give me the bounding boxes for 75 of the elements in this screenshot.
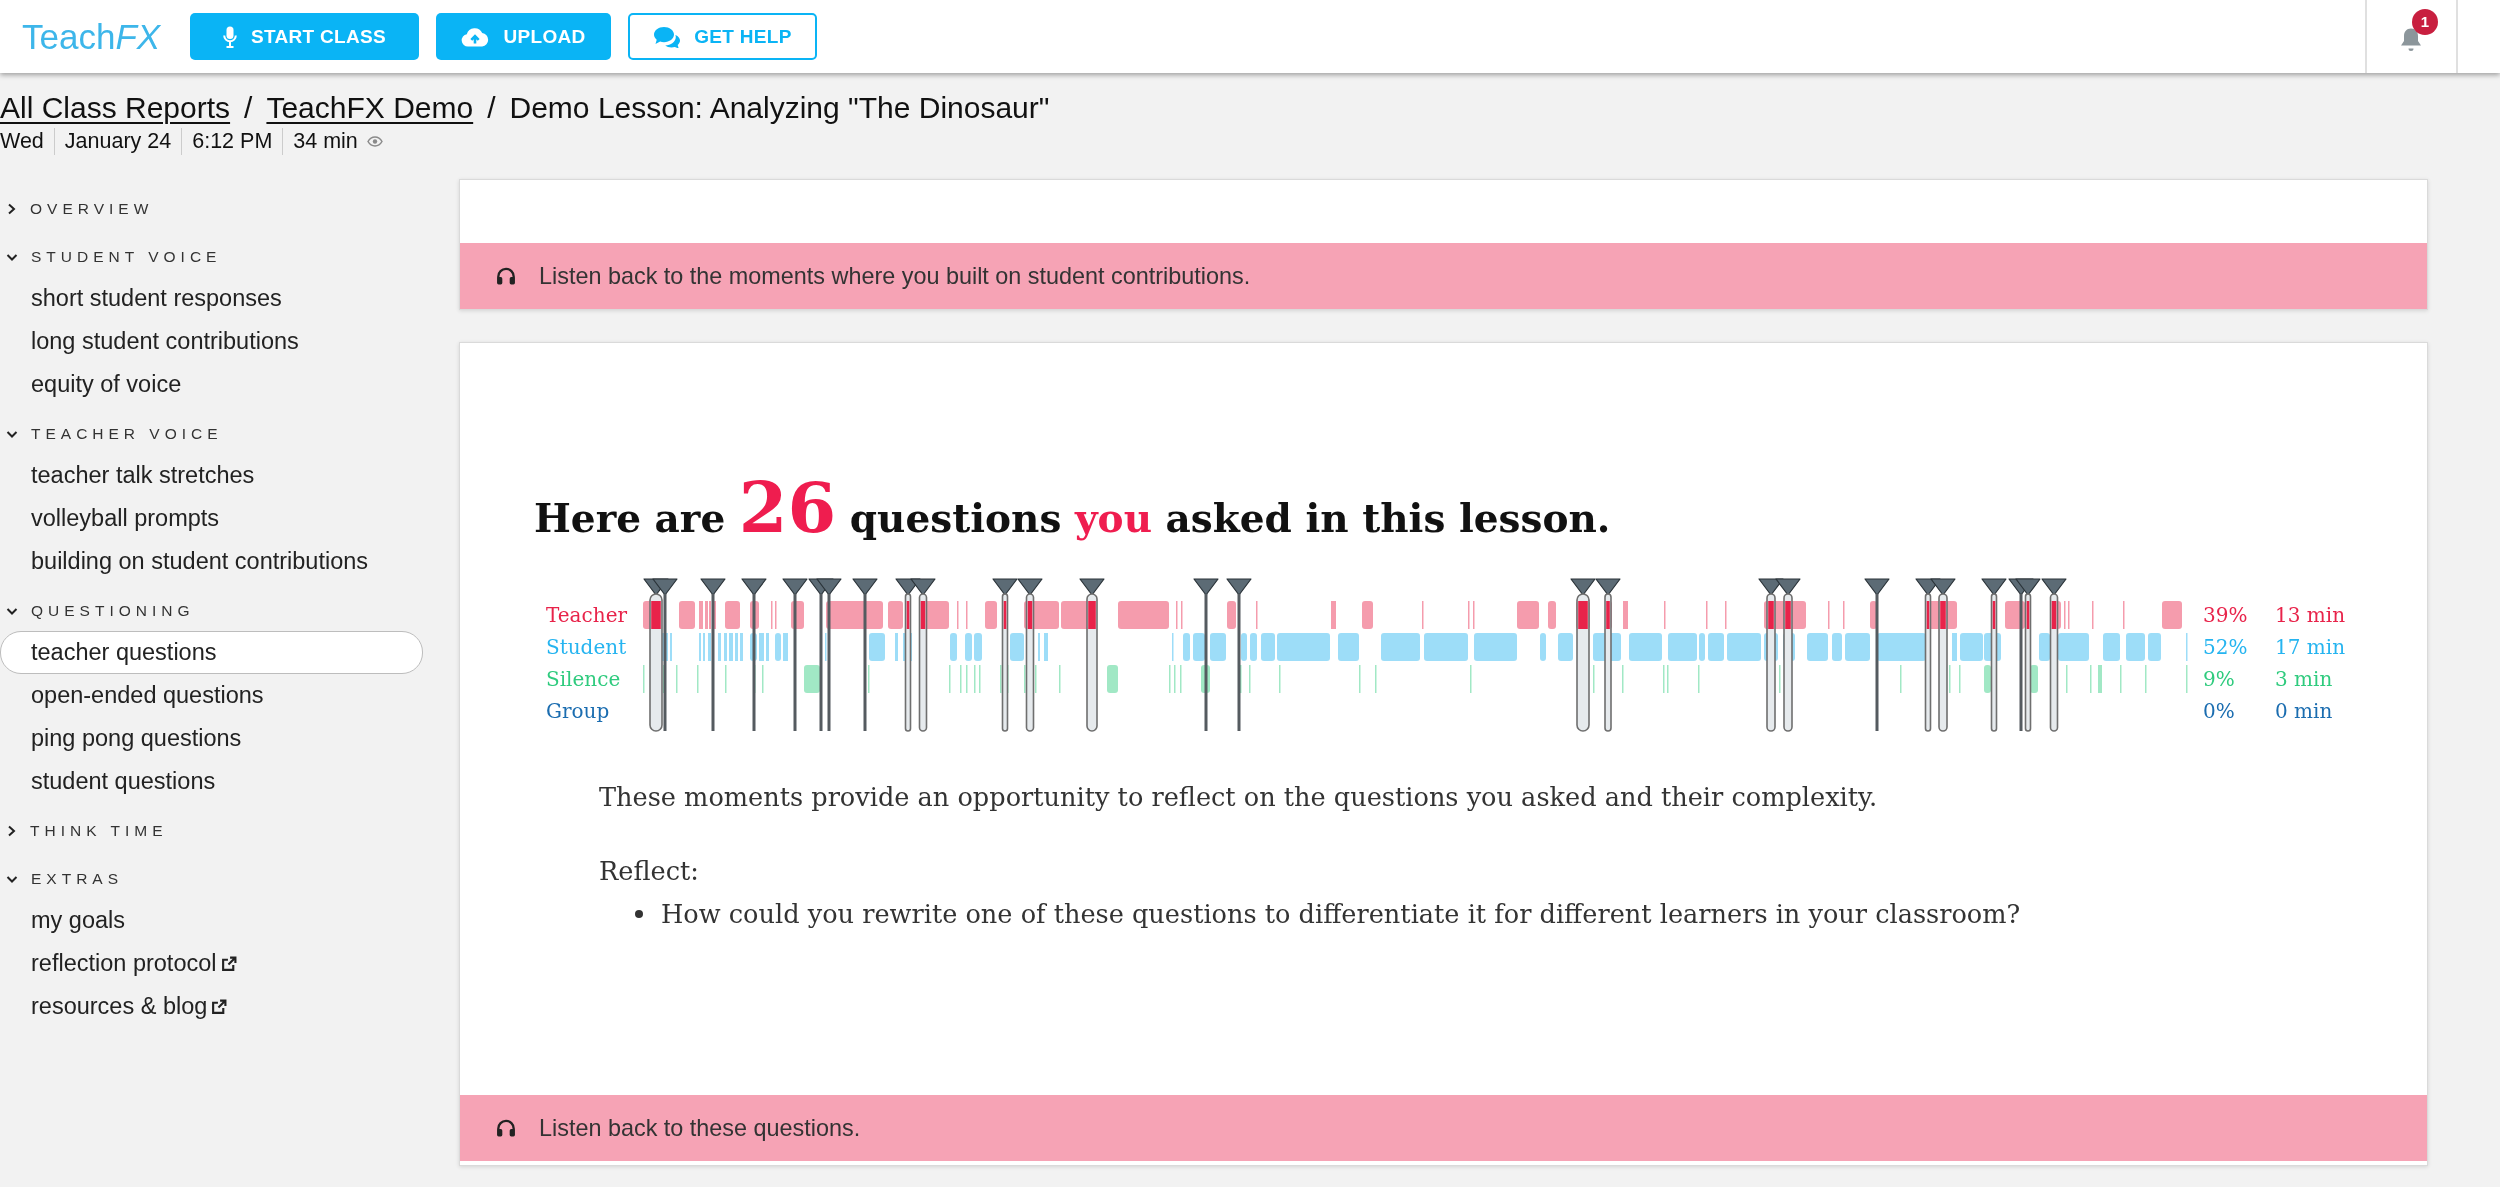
headphones-icon [496,1119,516,1137]
timeline-row-label: Student [546,634,627,661]
section-header[interactable]: QUESTIONING [0,591,195,631]
question-marker[interactable] [700,578,726,731]
question-marker[interactable] [1981,578,2007,732]
question-marker[interactable] [1595,578,1621,732]
lesson-day: Wed [0,129,44,154]
question-marker[interactable] [852,578,878,731]
notification-badge: 1 [2412,9,2438,35]
sidebar-link[interactable]: teacher questions [0,631,423,674]
lesson-time: 6:12 PM [192,129,273,154]
cloud-upload-icon [461,26,490,47]
eye-icon [366,136,383,147]
lesson-title: Demo Lesson: Analyzing "The Dinosaur" [509,90,1050,126]
question-marker[interactable] [1864,578,1890,731]
timeline-row-label: Teacher [546,602,628,629]
sidebar-link[interactable]: long student contributions [0,320,423,363]
sidebar-link[interactable]: short student responses [0,277,423,320]
question-marker[interactable] [1570,578,1596,732]
question-marker[interactable] [1775,578,1801,732]
sidebar-link[interactable]: ping pong questions [0,717,423,760]
notification-bell-icon[interactable] [2398,26,2423,53]
section-header[interactable]: STUDENT VOICE [0,237,222,277]
talk-duration: 3 min [2275,666,2333,693]
reflect-question: How could you rewrite one of these questions to differentiate it for different learners in your classroom? [661,898,2021,931]
question-marker[interactable] [782,578,808,731]
question-marker[interactable] [1079,578,1105,732]
question-marker[interactable] [1226,578,1252,731]
section-header[interactable]: THINK TIME [0,811,168,851]
lesson-date: January 24 [64,129,172,154]
sidebar-link[interactable]: resources & blog [0,985,423,1028]
reflect-title: Reflect: [599,855,699,888]
question-marker[interactable] [2015,578,2041,732]
description-text: These moments provide an opportunity to reflect on the questions you asked and their complexity. [599,781,1878,814]
sidebar-link[interactable]: reflection protocol [0,942,423,985]
timeline-row-label: Silence [546,666,621,693]
section-header[interactable]: TEACHER VOICE [0,414,223,454]
question-marker[interactable] [652,578,678,731]
bullet-icon [635,910,643,918]
headphones-icon [496,267,516,285]
talk-percentage: 9% [2203,666,2235,693]
listen-back-button[interactable]: Listen back to the moments where you built on student contributions. [460,243,2427,309]
question-marker[interactable] [1017,578,1043,732]
sidebar-link[interactable]: my goals [0,899,423,942]
sidebar-link[interactable]: equity of voice [0,363,423,406]
sidebar-link[interactable]: volleyball prompts [0,497,423,540]
question-marker[interactable] [816,578,842,731]
talk-duration: 13 min [2275,602,2346,629]
talk-percentage: 0% [2203,698,2235,725]
section-header[interactable]: OVERVIEW [0,189,154,229]
timeline-row-label: Group [546,698,610,725]
breadcrumb-separator: / [244,90,253,126]
question-marker[interactable] [1930,578,1956,732]
question-marker[interactable] [1193,578,1219,731]
talk-percentage: 39% [2203,602,2248,629]
question-marker[interactable] [910,578,936,732]
section-header[interactable]: EXTRAS [0,859,123,899]
breadcrumb-link[interactable]: TeachFX Demo [266,89,474,126]
breadcrumb-separator: / [487,90,496,126]
question-marker[interactable] [2041,578,2067,732]
chat-bubbles-icon [653,25,681,48]
breadcrumb-link[interactable]: All Class Reports [0,89,231,126]
questions-heading: Here are 26 questions you asked in this lesson. [534,468,1611,548]
sidebar-link[interactable]: open-ended questions [0,674,423,717]
lesson-duration: 34 min [293,129,358,154]
question-marker[interactable] [741,578,767,731]
sidebar-link[interactable]: student questions [0,760,423,803]
sidebar-link[interactable]: teacher talk stretches [0,454,423,497]
question-marker[interactable] [992,578,1018,732]
talk-percentage: 52% [2203,634,2248,661]
talk-duration: 17 min [2275,634,2346,661]
listen-back-button[interactable]: Listen back to these questions. [460,1095,2427,1161]
talk-duration: 0 min [2275,698,2333,725]
sidebar-link[interactable]: building on student contributions [0,540,423,583]
microphone-icon [223,25,238,48]
